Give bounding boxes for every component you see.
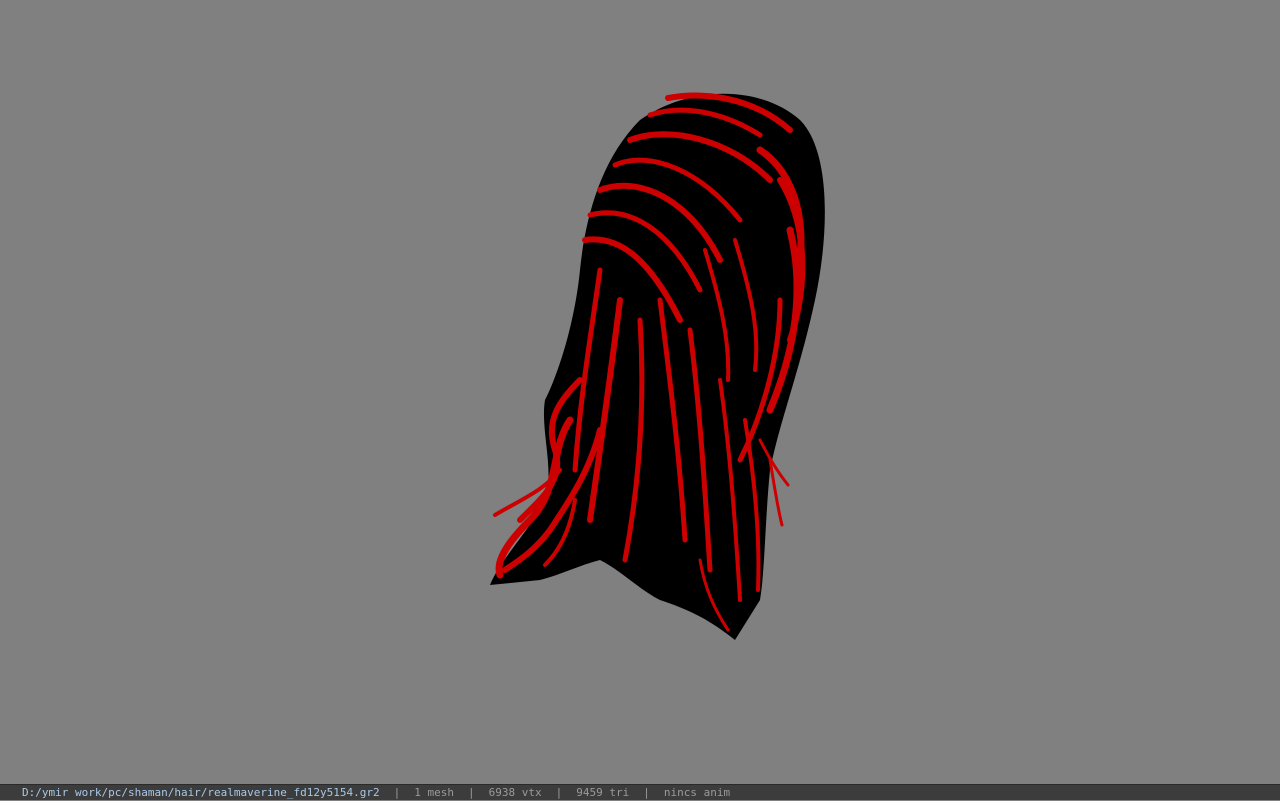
status-separator: | (643, 785, 650, 799)
status-vertex-count: 6938 vtx (488, 785, 542, 799)
status-triangle-count: 9459 tri (576, 785, 630, 799)
status-mesh-count: 1 mesh (414, 785, 454, 799)
status-separator: | (555, 785, 563, 799)
status-separator: | (393, 785, 401, 799)
status-bar: D:/ymir work/pc/shaman/hair/realmaverine… (0, 784, 1280, 800)
hair-model-render (490, 92, 825, 640)
status-separator: | (468, 785, 475, 799)
status-anim: nincs anim (663, 785, 731, 799)
3d-viewport[interactable] (0, 0, 1280, 784)
status-file-path: D:/ymir work/pc/shaman/hair/realmaverine… (22, 785, 380, 799)
